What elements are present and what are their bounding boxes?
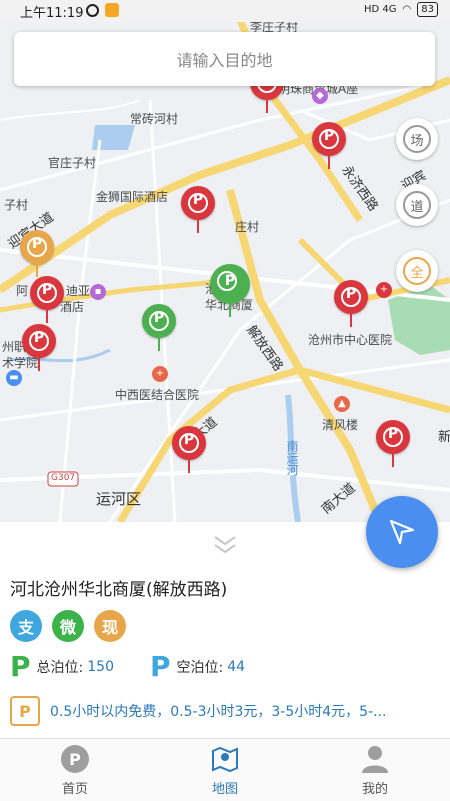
status-time: 上午11:19 (20, 6, 84, 21)
poi-school-icon: ▬ (6, 370, 22, 386)
parking-icon: P (150, 650, 171, 683)
parking-lot-title: 河北沧州华北商厦(解放西路) (10, 580, 228, 600)
wechat-pay-icon: 微 (52, 610, 84, 642)
filter-parking-lot-button[interactable]: 场 (396, 118, 438, 160)
filter-road-parking-button[interactable]: 道 (396, 184, 438, 226)
parking-pin-red[interactable]: P (172, 426, 206, 474)
tab-home[interactable]: P 首页 (0, 739, 150, 801)
status-bar: 上午11:19 HD 4G ◠ 83 (0, 0, 450, 22)
map-label: 子村 (4, 198, 29, 212)
navigation-arrow-icon (389, 519, 415, 545)
map-label: 清风楼 (322, 418, 359, 432)
map-label: 中西医结合医院 (115, 388, 200, 402)
total-spaces: P 总泊位: 150 (10, 650, 114, 683)
alarm-icon (86, 3, 99, 17)
wifi-icon: ◠ (402, 4, 412, 15)
network-indicator: HD 4G (364, 4, 397, 15)
poi-hospital-icon: + (152, 366, 168, 382)
svg-text:P: P (69, 750, 81, 769)
map-water-label: 南运河 (285, 440, 299, 476)
user-icon (362, 745, 388, 773)
locate-me-button[interactable] (366, 496, 438, 568)
map-label: 官庄子村 (48, 156, 97, 170)
parking-pin-selected[interactable]: P (210, 264, 250, 317)
free-spaces: P 空泊位: 44 (150, 650, 246, 683)
map-label: 阿 (16, 284, 29, 298)
parking-pin-red[interactable]: P (22, 324, 56, 372)
map-label: 庄村 (235, 220, 260, 234)
tab-profile[interactable]: 我的 (300, 739, 450, 801)
parking-pin-red[interactable]: P (181, 186, 215, 234)
tab-map[interactable]: 地图 (150, 739, 300, 801)
parking-pin-red[interactable]: P (376, 420, 410, 468)
chevron-down-icon[interactable] (212, 534, 238, 556)
price-text: 0.5小时以内免费，0.5-3小时3元，3-5小时4元，5-... (50, 704, 387, 720)
parking-pin-red[interactable]: P (334, 280, 368, 328)
poi-shopping-icon: ◆ (312, 88, 328, 104)
map-district-label: 运河区 (96, 490, 142, 508)
poi-scenic-icon: ▲ (334, 396, 350, 412)
fee-icon: P (10, 696, 40, 726)
parking-pin-orange[interactable]: P (20, 230, 54, 278)
map-road-label: 新 (438, 430, 450, 445)
bottom-tab-bar: P 首页 地图 我的 (0, 738, 450, 801)
parking-pin-red[interactable]: P (312, 122, 346, 170)
map-label: 常砖河村 (130, 112, 179, 126)
destination-search-input[interactable]: 请输入目的地 (14, 32, 435, 86)
parking-pin-red[interactable]: P (30, 276, 64, 324)
map-road-badge: G307 (51, 473, 76, 483)
alipay-icon: 支 (10, 610, 42, 642)
battery-icon: 83 (417, 2, 438, 17)
price-info: P 0.5小时以内免费，0.5-3小时3元，3-5小时4元，5-... (10, 696, 450, 726)
app-notification-icon (105, 3, 119, 17)
map-label: 迪亚 (66, 284, 91, 298)
map-label: 沧州市中心医院 (308, 333, 393, 347)
poi-hospital-icon: + (376, 282, 392, 298)
parking-pin-green[interactable]: P (142, 304, 176, 352)
parking-car-icon: P (10, 650, 31, 683)
poi-hotel-icon: ▪ (90, 284, 106, 300)
filter-all-button[interactable]: 全 (396, 250, 438, 292)
cash-pay-icon: 现 (94, 610, 126, 642)
map-label: 金狮国际酒店 (96, 190, 169, 204)
parking-home-icon: P (61, 744, 89, 773)
map-icon (212, 746, 238, 772)
